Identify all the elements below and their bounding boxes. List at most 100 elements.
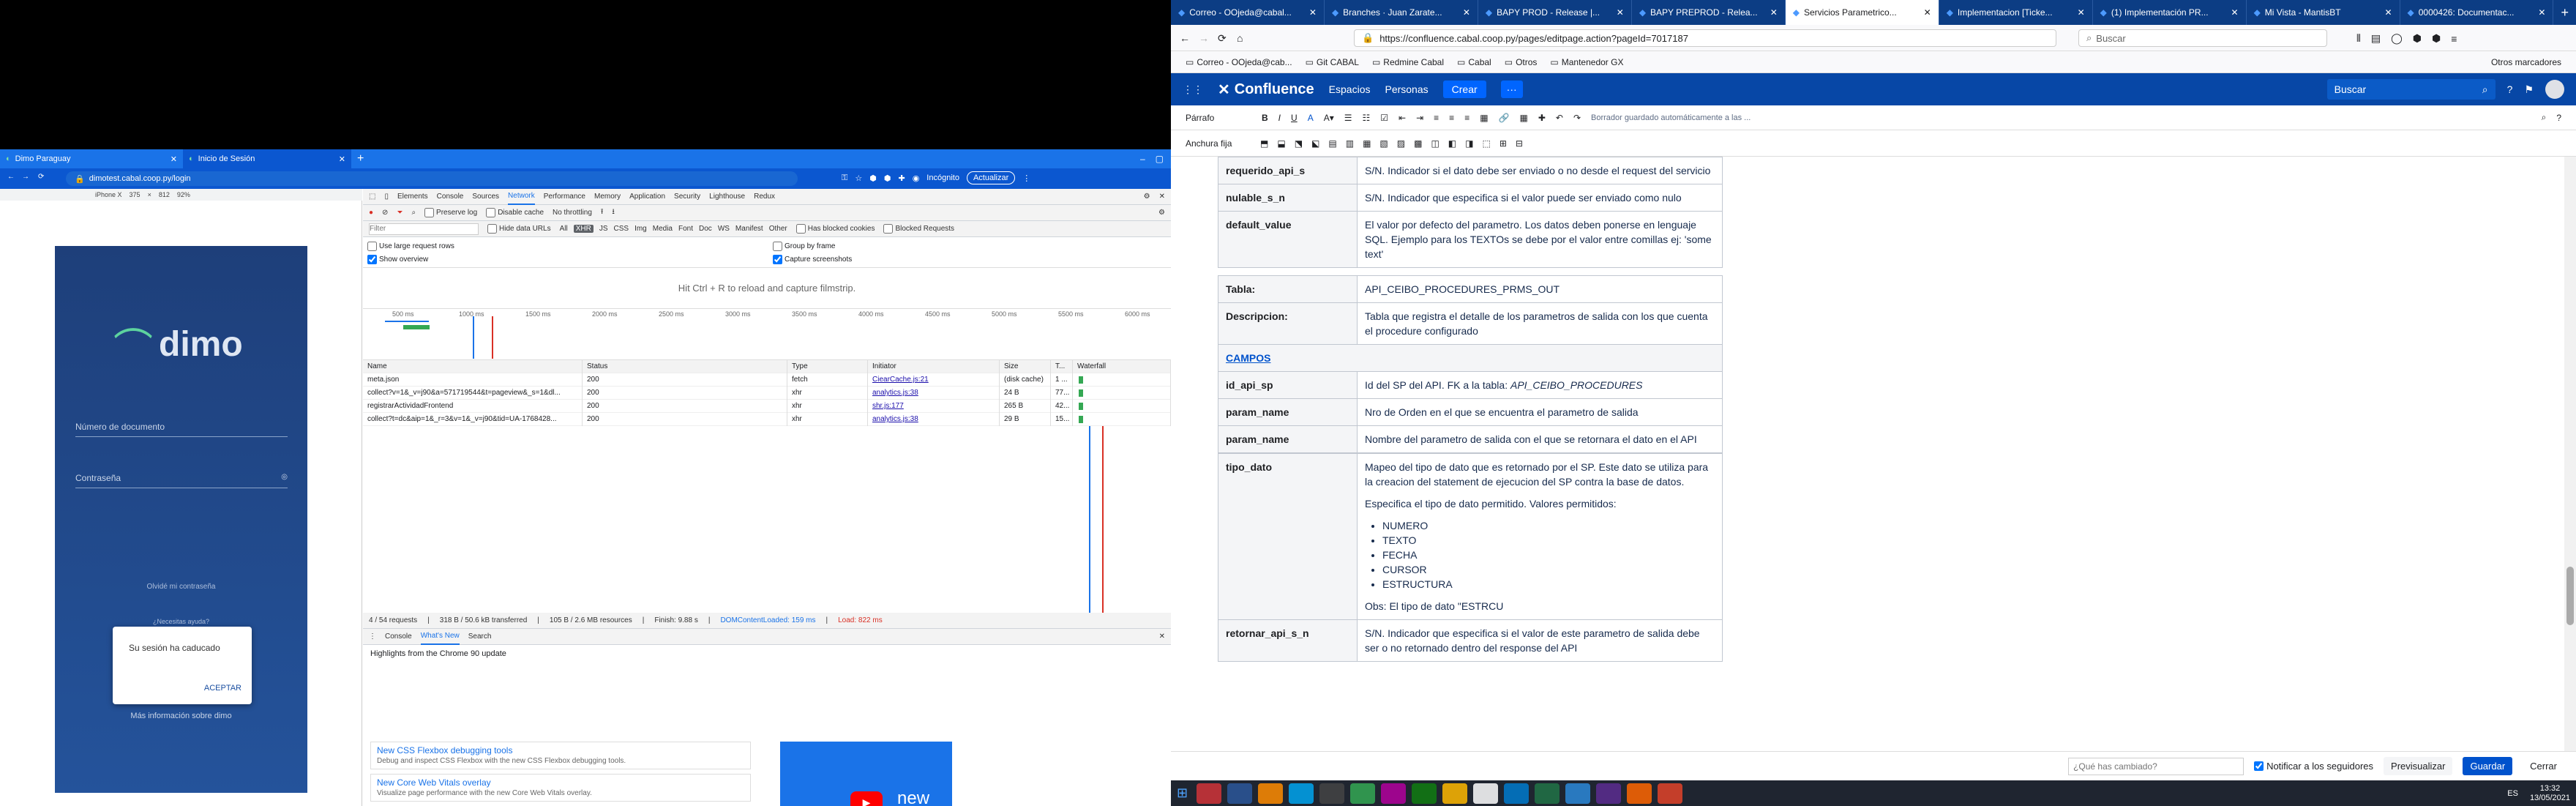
type-filter-ws[interactable]: WS: [718, 225, 730, 233]
home-icon[interactable]: ⌂: [1237, 32, 1243, 44]
taskbar-app-icon[interactable]: [1412, 783, 1437, 804]
device-zoom[interactable]: 92%: [177, 191, 190, 198]
column-header[interactable]: Status: [583, 359, 787, 373]
close-icon[interactable]: ✕: [1159, 633, 1165, 641]
more-info-link[interactable]: Más información sobre dimo: [55, 712, 307, 720]
table-op-icon[interactable]: ◧: [1448, 138, 1456, 149]
change-comment-input[interactable]: [2068, 757, 2244, 775]
type-filter-media[interactable]: Media: [653, 225, 673, 233]
search-icon[interactable]: ⌕: [411, 209, 416, 217]
table-icon[interactable]: ▦: [1520, 113, 1528, 123]
help-link[interactable]: ¿Necesitas ayuda?: [55, 618, 307, 625]
indent-icon[interactable]: ⇥: [1416, 113, 1423, 123]
table-op-icon[interactable]: ⬒: [1260, 138, 1268, 149]
width-select[interactable]: Anchura fija: [1186, 138, 1251, 149]
group-by-frame-checkbox[interactable]: Group by frame: [773, 242, 835, 251]
devtools-tab-application[interactable]: Application: [629, 193, 665, 201]
devtools-tab-performance[interactable]: Performance: [544, 193, 585, 201]
show-overview-checkbox[interactable]: Show overview: [367, 255, 428, 264]
close-icon[interactable]: ✕: [1309, 7, 1317, 18]
close-icon[interactable]: ✕: [1924, 7, 1931, 18]
type-filter-js[interactable]: JS: [599, 225, 608, 233]
align-left-icon[interactable]: ≡: [1434, 113, 1439, 123]
taskbar-app-icon[interactable]: [1658, 783, 1683, 804]
close-icon[interactable]: ✕: [2078, 7, 2085, 18]
text-color-button[interactable]: A: [1308, 113, 1314, 123]
taskbar-app-icon[interactable]: [1227, 783, 1253, 804]
taskbar-app-icon[interactable]: [1565, 783, 1591, 804]
language-indicator[interactable]: ES: [2507, 789, 2518, 798]
menu-icon[interactable]: ⋮: [1022, 173, 1030, 183]
italic-button[interactable]: I: [1278, 113, 1281, 123]
save-button[interactable]: Guardar: [2463, 757, 2513, 775]
column-header[interactable]: Name: [363, 359, 583, 373]
record-icon[interactable]: ●: [369, 209, 373, 217]
cell-initiator[interactable]: analytics.js:38: [868, 412, 1000, 426]
column-header[interactable]: Initiator: [868, 359, 1000, 373]
type-filter-other[interactable]: Other: [769, 225, 787, 233]
close-button[interactable]: Cerrar: [2523, 757, 2564, 775]
taskbar-app-icon[interactable]: [1596, 783, 1622, 804]
drawer-tab[interactable]: Search: [468, 633, 492, 641]
reload-icon[interactable]: ⟳: [38, 173, 44, 181]
table-op-icon[interactable]: ▤: [1328, 138, 1336, 149]
bookmark-item[interactable]: ▭ Correo - OOjeda@cab...: [1186, 57, 1292, 67]
number-list-icon[interactable]: ☷: [1363, 113, 1371, 123]
eye-icon[interactable]: ◎: [281, 473, 288, 481]
taskbar-app-icon[interactable]: [1473, 783, 1499, 804]
news-item[interactable]: New Core Web Vitals overlay Visualize pag…: [370, 774, 751, 802]
bookmark-item[interactable]: ▭ Mantenedor GX: [1550, 57, 1623, 67]
nav-spaces[interactable]: Espacios: [1329, 83, 1371, 95]
device-select[interactable]: iPhone X: [95, 191, 122, 198]
devtools-tab-memory[interactable]: Memory: [594, 193, 621, 201]
close-icon[interactable]: ✕: [171, 154, 177, 164]
firefox-tab[interactable]: ◆ Servicios Parametrico... ✕: [1785, 0, 1939, 25]
firefox-tab[interactable]: ◆ Correo - OOjeda@cabal... ✕: [1171, 0, 1325, 25]
bookmark-item[interactable]: ▭ Git CABAL: [1306, 57, 1359, 67]
devtools-tab-elements[interactable]: Elements: [397, 193, 428, 201]
url-field[interactable]: 🔒 dimotest.cabal.coop.py/login: [66, 171, 798, 186]
taskbar-app-icon[interactable]: [1258, 783, 1284, 804]
filter-icon[interactable]: ⏷: [397, 209, 402, 217]
table-op-icon[interactable]: ⬓: [1277, 138, 1285, 149]
devtools-tab-redux[interactable]: Redux: [754, 193, 775, 201]
table-row[interactable]: meta.json 200 fetch CiearCache.js:21 (disk c…: [363, 373, 1171, 387]
insert-icon[interactable]: ✚: [1538, 113, 1546, 123]
type-filter-css[interactable]: CSS: [614, 225, 629, 233]
firefox-search-field[interactable]: ⌕ Buscar: [2078, 29, 2327, 47]
table-row[interactable]: collect?v=1&_v=j90&a=571719544&t=pagevie…: [363, 386, 1171, 400]
redo-icon[interactable]: ↷: [1573, 113, 1581, 123]
cell-initiator[interactable]: analytics.js:38: [868, 386, 1000, 400]
task-list-icon[interactable]: ☑: [1380, 113, 1388, 123]
hide-data-urls-checkbox[interactable]: Hide data URLs: [487, 224, 551, 234]
scrollbar-thumb[interactable]: [2566, 567, 2574, 625]
password-input[interactable]: Contraseña ◎: [75, 473, 288, 488]
reload-icon[interactable]: ⟳: [1218, 32, 1227, 45]
settings-icon[interactable]: ⚙: [1144, 193, 1150, 201]
taskbar-app-icon[interactable]: [1504, 783, 1530, 804]
extension-icon[interactable]: ⬢: [869, 173, 877, 183]
bookmark-item[interactable]: ▭ Cabal: [1457, 57, 1491, 67]
layout-icon[interactable]: ▦: [1480, 113, 1488, 123]
whats-new-video[interactable]: ▶ new: [780, 742, 952, 806]
taskbar-app-icon[interactable]: [1535, 783, 1560, 804]
table-row[interactable]: registrarActividadFrontend 200 xhr shr.js:1…: [363, 399, 1171, 413]
table-op-icon[interactable]: ⬔: [1295, 138, 1303, 149]
column-header[interactable]: Size: [1000, 359, 1051, 373]
underline-button[interactable]: U: [1291, 113, 1298, 123]
blocked-requests-checkbox[interactable]: Blocked Requests: [883, 224, 954, 234]
forward-icon[interactable]: →: [1199, 32, 1209, 44]
preview-button[interactable]: Previsualizar: [2384, 757, 2453, 775]
column-header[interactable]: T...: [1051, 359, 1073, 373]
cell-initiator[interactable]: CiearCache.js:21: [868, 373, 1000, 387]
accept-button[interactable]: ACEPTAR: [204, 684, 242, 693]
extension-icon[interactable]: ⬢: [884, 173, 891, 183]
scrollbar[interactable]: [2564, 157, 2576, 751]
type-filter-all[interactable]: All: [560, 225, 568, 233]
format-more-button[interactable]: A▾: [1324, 113, 1334, 123]
maximize-icon[interactable]: ▢: [1156, 154, 1164, 164]
devtools-tab-lighthouse[interactable]: Lighthouse: [709, 193, 745, 201]
throttle-select[interactable]: No throttling: [553, 209, 592, 217]
taskbar-app-icon[interactable]: [1627, 783, 1652, 804]
table-op-icon[interactable]: ◫: [1431, 138, 1439, 149]
